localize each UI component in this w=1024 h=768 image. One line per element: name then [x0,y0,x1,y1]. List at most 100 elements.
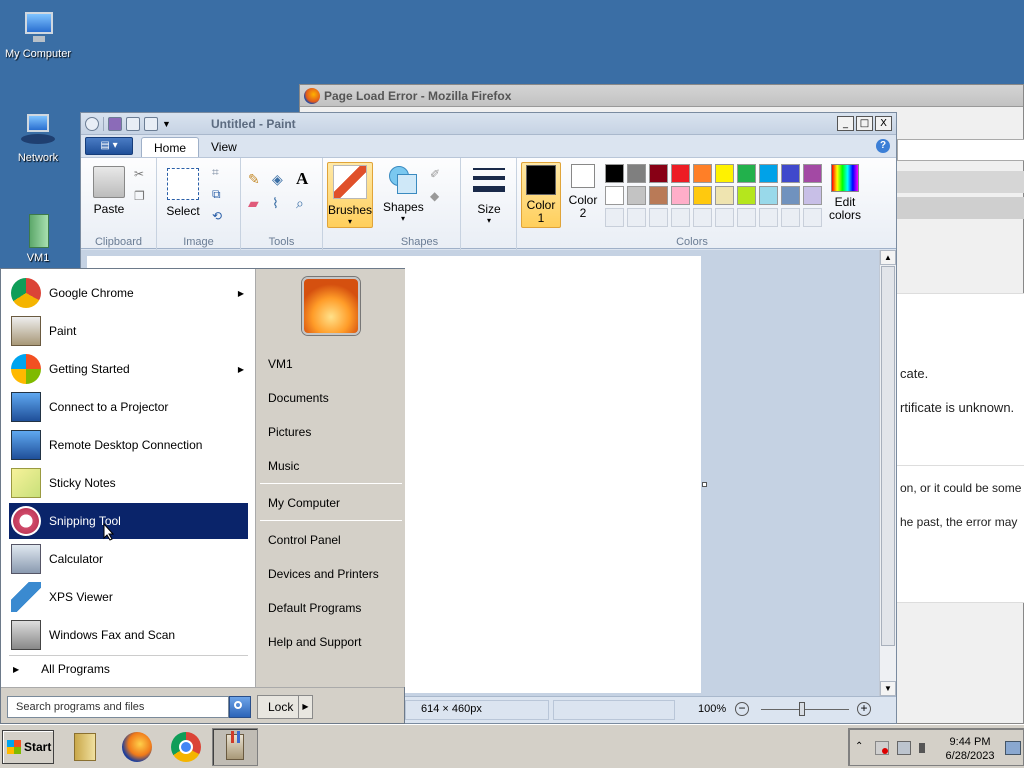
scroll-thumb[interactable] [881,266,895,646]
program-item[interactable]: XPS Viewer [9,579,248,615]
search-input[interactable]: Search programs and files [7,696,229,718]
start-right-item[interactable]: Pictures [268,425,311,439]
paint-titlebar[interactable]: ▼ Untitled - Paint _ □ X [81,113,896,135]
all-programs-button[interactable]: ▶ All Programs [9,662,110,676]
color-swatch[interactable] [781,164,800,183]
color2-button[interactable]: Color 2 [565,164,601,220]
lock-button[interactable]: Lock ▶ [257,695,313,719]
fill-icon[interactable]: ◈ [271,170,291,190]
paint-menu-button[interactable]: ▤ ▾ [85,137,133,155]
program-item[interactable]: Paint [9,313,248,349]
eraser-icon[interactable]: ▰ [247,194,267,214]
desktop-icon-vm1[interactable]: VM1 [0,214,76,264]
taskbar-paint-button[interactable] [212,728,258,766]
custom-color-slot[interactable] [759,208,778,227]
start-right-item[interactable]: Control Panel [268,533,341,547]
program-item[interactable]: Windows Fax and Scan [9,617,248,653]
custom-color-slot[interactable] [715,208,734,227]
qat-dropdown-icon[interactable]: ▼ [162,119,171,129]
color-swatch[interactable] [649,164,668,183]
color-swatch[interactable] [693,186,712,205]
maximize-button[interactable]: □ [856,116,873,131]
start-right-item[interactable]: VM1 [268,357,293,371]
show-hidden-icons-icon[interactable]: ⌃ [855,741,869,755]
color-swatch[interactable] [803,186,822,205]
custom-color-slot[interactable] [627,208,646,227]
color-swatch[interactable] [715,164,734,183]
vertical-scrollbar[interactable]: ▲ ▼ [879,250,896,696]
lock-options-arrow-icon[interactable]: ▶ [298,696,312,718]
help-icon[interactable]: ? [876,139,890,153]
edit-colors-button[interactable]: Edit colors [825,164,865,222]
custom-color-slot[interactable] [803,208,822,227]
start-right-item[interactable]: Default Programs [268,601,361,615]
start-right-item[interactable]: Music [268,459,299,473]
shapes-button[interactable]: Shapes ▾ [383,164,424,223]
color-swatch[interactable] [737,186,756,205]
network-status-icon[interactable] [897,741,911,755]
start-right-item[interactable]: My Computer [268,496,340,510]
color-swatch[interactable] [759,186,778,205]
program-item[interactable]: Connect to a Projector [9,389,248,425]
firefox-titlebar[interactable]: Page Load Error - Mozilla Firefox [300,85,1023,107]
minimize-button[interactable]: _ [837,116,854,131]
paint-app-icon[interactable] [85,116,99,131]
color-swatch[interactable] [671,164,690,183]
action-center-icon[interactable] [875,741,889,755]
custom-color-slot[interactable] [781,208,800,227]
tab-view[interactable]: View [199,137,249,158]
tab-home[interactable]: Home [141,137,200,158]
color-swatch[interactable] [649,186,668,205]
fill-shape-icon[interactable]: ◆ [429,188,449,208]
size-button[interactable]: Size ▾ [469,166,509,225]
resize-icon[interactable]: ⧉ [211,186,231,206]
close-button[interactable]: X [875,116,892,131]
text-icon[interactable]: A [295,168,315,188]
magnifier-icon[interactable]: ⌕ [295,194,315,214]
color-swatch[interactable] [759,164,778,183]
user-picture[interactable] [302,277,360,335]
scroll-down-icon[interactable]: ▼ [880,681,896,696]
start-right-item[interactable]: Help and Support [268,635,361,649]
taskbar-chrome-button[interactable] [163,728,209,766]
start-button[interactable]: Start [2,730,54,764]
cut-icon[interactable]: ✂ [133,166,153,186]
pencil-icon[interactable]: ✎ [247,170,267,190]
program-item[interactable]: Sticky Notes [9,465,248,501]
custom-color-slot[interactable] [649,208,668,227]
color-swatch[interactable] [605,164,624,183]
save-icon[interactable] [108,116,122,131]
paste-button[interactable]: Paste [89,166,129,216]
firefox-address-bar[interactable] [897,139,1024,161]
start-right-item[interactable]: Documents [268,391,329,405]
copy-icon[interactable]: ❐ [133,188,153,208]
brushes-button[interactable]: Brushes ▾ [327,162,373,228]
show-desktop-icon[interactable] [1005,741,1021,755]
custom-color-slot[interactable] [605,208,624,227]
zoom-out-icon[interactable]: − [735,702,749,716]
program-item[interactable]: Remote Desktop Connection [9,427,248,463]
volume-muted-icon[interactable] [919,741,933,755]
color-swatch[interactable] [605,186,624,205]
color-swatch[interactable] [737,164,756,183]
color-swatch[interactable] [693,164,712,183]
redo-icon[interactable] [144,116,158,131]
color-swatch[interactable] [627,186,646,205]
program-item[interactable]: Calculator [9,541,248,577]
color-swatch[interactable] [627,164,646,183]
program-item[interactable]: Google Chrome ▶ [9,275,248,311]
taskbar-explorer-button[interactable] [62,728,108,766]
program-item[interactable]: Getting Started ▶ [9,351,248,387]
crop-icon[interactable]: ⌗ [211,164,231,184]
custom-color-slot[interactable] [737,208,756,227]
zoom-slider-thumb[interactable] [799,702,805,716]
custom-color-slot[interactable] [671,208,690,227]
clock[interactable]: 9:44 PM 6/28/2023 [945,735,995,763]
desktop-icon-my-computer[interactable]: My Computer [0,10,76,60]
rotate-icon[interactable]: ⟲ [211,208,231,228]
desktop-icon-network[interactable]: Network [0,114,76,164]
start-right-item[interactable]: Devices and Printers [268,567,379,581]
resize-handle[interactable] [702,482,707,487]
undo-icon[interactable] [126,116,140,131]
outline-icon[interactable]: ✐ [429,166,449,186]
